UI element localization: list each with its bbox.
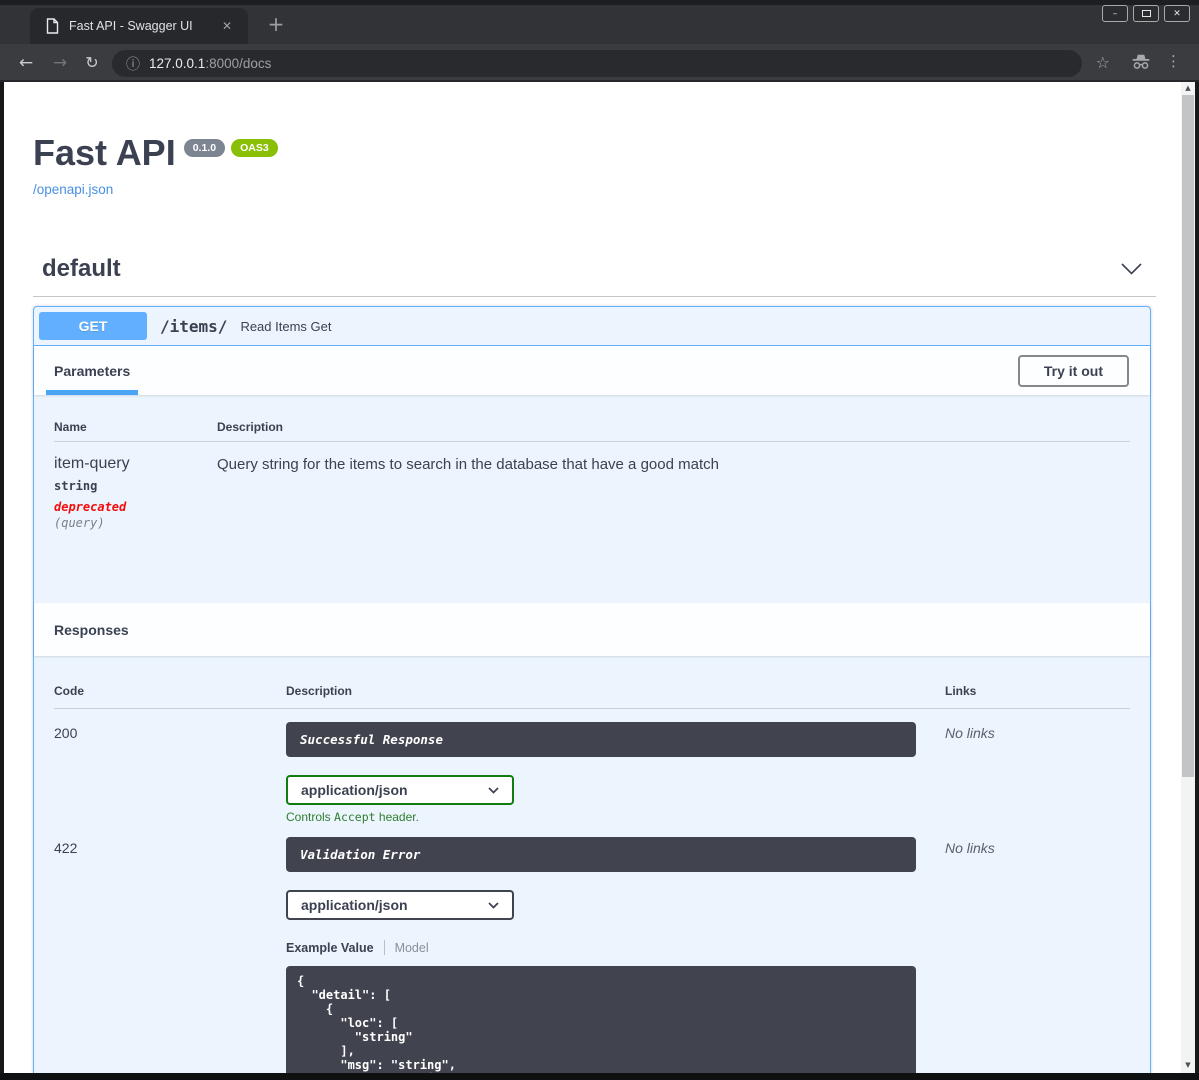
response-description: Validation Error xyxy=(286,837,916,872)
back-button[interactable]: ← xyxy=(14,51,38,75)
opblock-summary[interactable]: GET /items/ Read Items Get xyxy=(34,307,1150,346)
window-border-bottom xyxy=(0,1073,1199,1080)
example-model-tabs: Example Value Model xyxy=(286,940,945,955)
response-row-422: 422 Validation Error application/json Ex… xyxy=(54,824,1130,1080)
media-type-select[interactable]: application/json xyxy=(286,890,514,920)
api-info: Fast API 0.1.0 OAS3 /openapi.json xyxy=(33,132,1156,197)
parameter-name: item-query xyxy=(54,455,130,472)
parameters-header: Parameters Try it out xyxy=(34,346,1150,395)
scroll-up-icon[interactable]: ▲ xyxy=(1181,82,1195,95)
responses-header: Responses xyxy=(34,603,1150,656)
tag-name: default xyxy=(42,255,121,282)
tab-title: Fast API - Swagger UI xyxy=(69,19,193,33)
response-code: 200 xyxy=(54,725,78,741)
media-type-select[interactable]: application/json xyxy=(286,775,514,805)
accept-code: Accept xyxy=(334,810,376,824)
url-host: 127.0.0.1 xyxy=(149,56,206,71)
forward-button[interactable]: → xyxy=(48,51,72,75)
responses-table-head: Code Description Links xyxy=(54,684,1130,709)
url-path: :8000/docs xyxy=(205,56,272,71)
select-chevron-icon xyxy=(488,786,499,794)
parameter-row: item-query string deprecated (query) Que… xyxy=(54,442,1130,530)
try-it-out-button[interactable]: Try it out xyxy=(1017,354,1129,387)
oas3-badge: OAS3 xyxy=(231,139,278,157)
example-json-block: { "detail": [ { "loc": [ "string" ], "ms… xyxy=(286,966,916,1080)
parameter-description: Query string for the items to search in … xyxy=(217,456,719,473)
parameters-table: Name Description item-query string depre… xyxy=(34,395,1150,603)
tab-model[interactable]: Model xyxy=(395,941,429,955)
media-type-value: application/json xyxy=(301,782,408,798)
page-title: Fast API xyxy=(33,132,176,173)
parameters-table-head: Name Description xyxy=(54,420,1130,442)
chevron-down-icon[interactable] xyxy=(1121,263,1142,275)
version-badge: 0.1.0 xyxy=(183,139,226,157)
window-top-edge xyxy=(0,0,1199,5)
browser-toolbar: ← → ↻ ⓘ 127.0.0.1:8000/docs ☆ ⋮ xyxy=(0,44,1199,82)
new-tab-button[interactable]: + xyxy=(262,11,290,39)
bookmark-star-icon[interactable]: ☆ xyxy=(1096,53,1110,72)
accept-header-note: Controls Accept header. xyxy=(286,810,419,824)
parameter-location: (query) xyxy=(54,516,105,530)
tag-section-header[interactable]: default xyxy=(33,255,1156,283)
select-chevron-icon xyxy=(488,901,499,909)
swagger-page: Fast API 0.1.0 OAS3 /openapi.json default … xyxy=(4,82,1185,1080)
col-header-description: Description xyxy=(286,684,353,698)
response-description: Successful Response xyxy=(286,722,916,757)
maximize-icon xyxy=(1141,10,1151,17)
tab-example-value[interactable]: Example Value xyxy=(286,941,374,955)
site-info-icon[interactable]: ⓘ xyxy=(126,54,140,74)
window-controls: – ✕ xyxy=(1102,5,1190,22)
scroll-down-icon[interactable]: ▼ xyxy=(1181,1059,1195,1072)
response-code: 422 xyxy=(54,840,78,856)
parameters-label: Parameters xyxy=(54,362,131,379)
incognito-icon xyxy=(1132,54,1150,69)
url-text: 127.0.0.1:8000/docs xyxy=(149,56,271,71)
page-scrollbar[interactable]: ▲ ▼ xyxy=(1181,82,1195,1080)
tab-separator xyxy=(383,940,385,955)
minimize-button[interactable]: – xyxy=(1102,5,1128,22)
col-header-code: Code xyxy=(54,684,84,698)
endpoint-summary: Read Items Get xyxy=(240,318,332,334)
tab-close-icon[interactable]: ✕ xyxy=(218,17,236,35)
col-header-name: Name xyxy=(54,420,87,434)
window-border-right xyxy=(1195,82,1199,1080)
col-header-description: Description xyxy=(217,420,284,434)
browser-titlebar: Fast API - Swagger UI ✕ + – ✕ xyxy=(0,0,1199,44)
browser-tab[interactable]: Fast API - Swagger UI ✕ xyxy=(30,8,248,44)
close-window-button[interactable]: ✕ xyxy=(1164,5,1190,22)
response-row-200: 200 Successful Response application/json… xyxy=(54,709,1130,824)
reload-button[interactable]: ↻ xyxy=(80,51,104,75)
http-method-badge: GET xyxy=(39,312,147,340)
openapi-spec-link[interactable]: /openapi.json xyxy=(33,182,1156,197)
address-bar[interactable]: ⓘ 127.0.0.1:8000/docs xyxy=(112,50,1082,77)
parameter-type: string xyxy=(54,479,98,493)
response-links: No links xyxy=(945,840,995,856)
responses-title: Responses xyxy=(54,621,129,638)
page-favicon-icon xyxy=(46,18,59,34)
tab-parameters[interactable]: Parameters xyxy=(46,346,139,395)
opblock-get-items: GET /items/ Read Items Get Parameters Tr… xyxy=(33,306,1151,1080)
responses-table: Code Description Links 200 Successful Re… xyxy=(34,656,1150,1080)
col-header-links: Links xyxy=(945,684,977,698)
tag-divider xyxy=(33,296,1156,297)
scrollbar-thumb[interactable] xyxy=(1182,95,1194,777)
response-links: No links xyxy=(945,725,995,741)
parameter-deprecated-flag: deprecated xyxy=(54,500,127,514)
endpoint-path: /items/ xyxy=(160,316,228,336)
browser-menu-icon[interactable]: ⋮ xyxy=(1166,52,1181,70)
maximize-button[interactable] xyxy=(1133,5,1159,22)
media-type-value: application/json xyxy=(301,897,408,913)
